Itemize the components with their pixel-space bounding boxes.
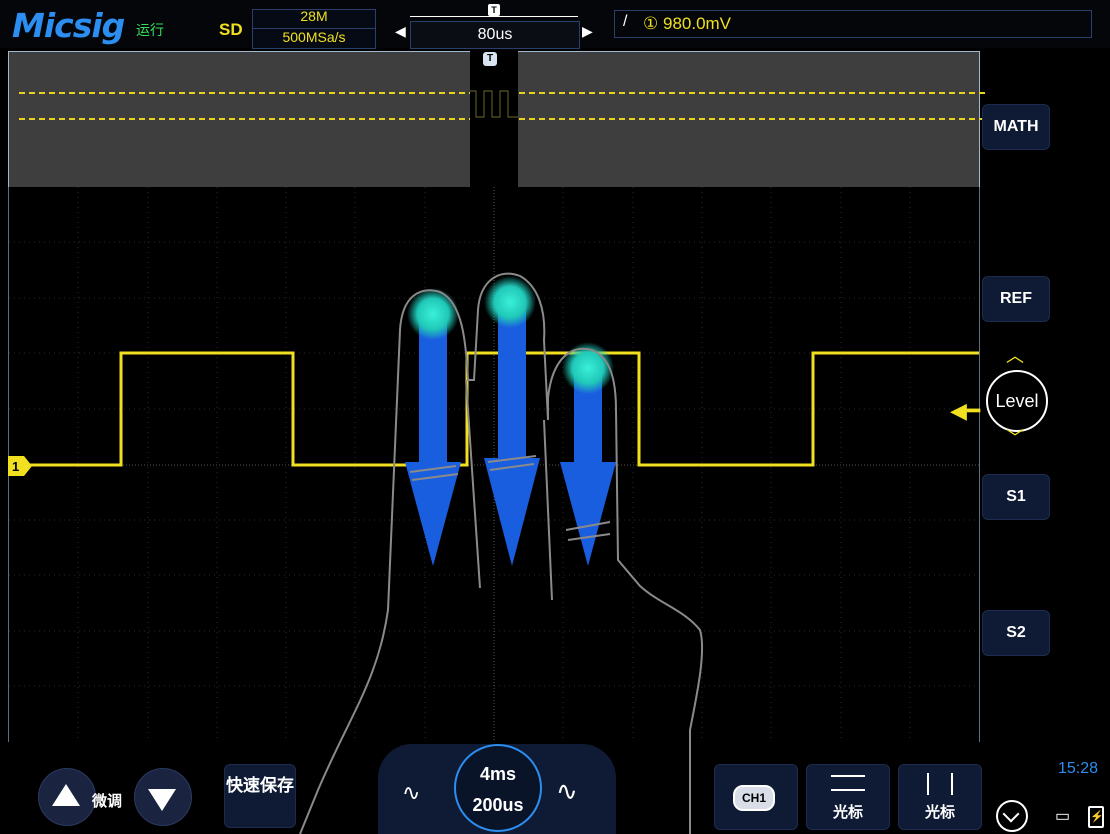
s1-button[interactable]: S1 <box>982 474 1050 520</box>
monitor-icon[interactable]: ▭ <box>1055 806 1070 826</box>
vertical-cursor-icon <box>927 773 929 795</box>
level-up-chevron-icon[interactable]: ︿ <box>1006 342 1024 368</box>
fine-tune-up-button[interactable] <box>38 768 96 826</box>
fine-tune-down-button[interactable] <box>134 768 192 826</box>
timebase-main-value: 4ms <box>479 764 517 784</box>
memory-depth: 28M <box>300 8 328 24</box>
sine-wave-compress-icon[interactable]: ∿ <box>556 776 578 807</box>
waveform-display[interactable] <box>8 187 980 743</box>
timebase-knob[interactable] <box>454 744 542 832</box>
horizontal-position-box[interactable]: 80us <box>410 21 580 49</box>
acquisition-info[interactable]: 28M 500MSa/s <box>252 8 376 49</box>
sine-wave-expand-icon[interactable]: ∿ <box>402 780 420 806</box>
timebase-left-arrow-icon[interactable]: ◀ <box>395 23 406 40</box>
channel-1-number: 1 <box>12 459 19 474</box>
quick-save-button[interactable]: 快速保存 <box>224 764 296 828</box>
trigger-info-box[interactable]: / ① 980.0mV <box>614 10 1092 38</box>
vertical-cursor-label: 光标 <box>924 804 955 821</box>
timebase-indicator-line <box>410 16 578 17</box>
zoom-window-trace <box>470 90 518 118</box>
zoom-window[interactable] <box>470 51 518 187</box>
vertical-cursor-button[interactable]: 光标 <box>898 764 982 830</box>
triangle-down-icon <box>148 789 176 811</box>
fine-tune-label: 微调 <box>92 793 123 810</box>
horizontal-cursor-button[interactable]: 光标 <box>806 764 890 830</box>
ch1-icon: CH1 <box>733 785 775 811</box>
rising-edge-icon: / <box>623 13 628 30</box>
channel-1-marker[interactable]: 1 <box>8 456 32 476</box>
system-clock: 15:28 <box>1058 760 1099 777</box>
timebase-trigger-mark: T <box>488 4 500 16</box>
horizontal-cursor-icon-line <box>831 789 865 791</box>
horizontal-cursor-label: 光标 <box>832 804 863 821</box>
timebase-zoom-value: 200us <box>472 795 524 815</box>
level-down-chevron-icon[interactable]: ﹀ <box>1006 424 1024 450</box>
chevron-down-circle-icon[interactable] <box>996 800 1028 832</box>
s2-button[interactable]: S2 <box>982 610 1050 656</box>
sample-rate: 500MSa/s <box>253 28 375 45</box>
graticule-and-trace <box>9 187 979 742</box>
overview-trigger-marker[interactable]: T <box>483 52 497 66</box>
trigger-level-knob[interactable]: Level <box>986 370 1048 432</box>
trigger-level-value: 980.0mV <box>662 14 732 33</box>
trigger-level-arrow-icon: ◀━ <box>950 398 981 423</box>
battery-charging-icon: ⚡ <box>1088 806 1104 828</box>
horizontal-position-value: 80us <box>477 26 513 43</box>
timebase-right-arrow-icon[interactable]: ▶ <box>582 23 593 40</box>
trigger-channel-glyph: ① <box>643 14 659 33</box>
math-button[interactable]: MATH <box>982 104 1050 150</box>
channel-1-button[interactable]: CH1 <box>714 764 798 830</box>
triangle-up-icon <box>52 784 80 806</box>
vertical-cursor-icon-line <box>951 773 953 795</box>
storage-mode-label[interactable]: SD <box>219 20 243 40</box>
run-stop-status[interactable]: 运行 <box>136 20 164 40</box>
horizontal-cursor-icon <box>831 775 865 777</box>
ref-button[interactable]: REF <box>982 276 1050 322</box>
brand-logo: Micsig <box>12 6 125 45</box>
